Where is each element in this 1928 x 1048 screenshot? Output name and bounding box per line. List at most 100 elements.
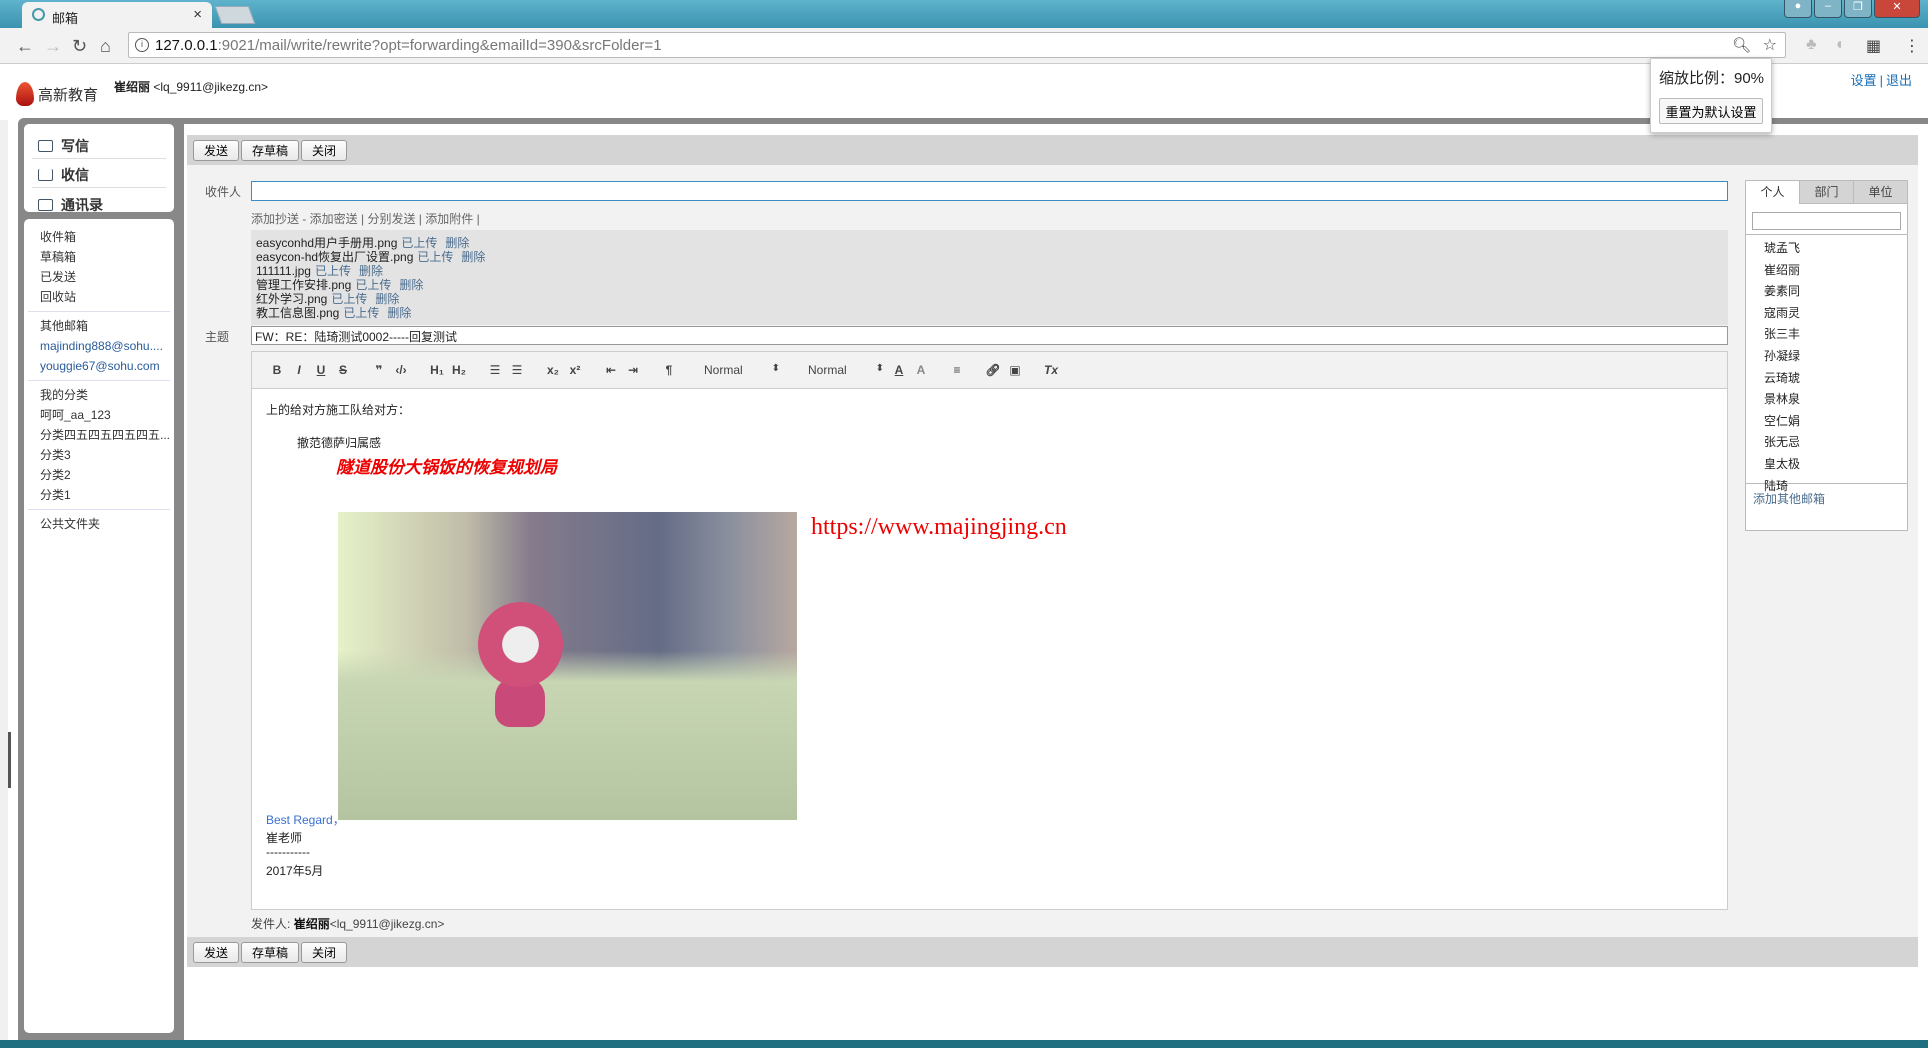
- menu-icon[interactable]: ⋮: [1904, 36, 1920, 56]
- folder-inbox[interactable]: 收件箱: [28, 227, 170, 247]
- address-path: :9021/mail/write/rewrite?opt=forwarding&…: [217, 37, 662, 54]
- user-icon[interactable]: ●: [1784, 0, 1812, 18]
- category-item[interactable]: 分类四五四五四五四五...: [28, 425, 170, 445]
- contacts-search-input[interactable]: [1752, 212, 1901, 230]
- header-select[interactable]: Normal: [694, 363, 784, 377]
- italic-icon[interactable]: I: [288, 363, 310, 377]
- signature-line: Best Regard，: [266, 813, 345, 827]
- background-color-icon[interactable]: A: [910, 363, 932, 377]
- to-label: 收件人: [205, 185, 242, 199]
- close-button[interactable]: 关闭: [301, 942, 348, 963]
- delete-attachment-link[interactable]: 删除: [445, 236, 469, 250]
- close-window-button[interactable]: ✕: [1874, 0, 1920, 18]
- delete-attachment-link[interactable]: 删除: [461, 250, 485, 264]
- back-icon[interactable]: ←: [16, 36, 34, 57]
- sidebar-item-compose[interactable]: 写信: [32, 130, 166, 159]
- extension-icon[interactable]: ♣: [1806, 36, 1817, 54]
- category-item[interactable]: 呵呵_aa_123: [28, 405, 170, 425]
- delete-attachment-link[interactable]: 删除: [375, 292, 399, 306]
- align-icon[interactable]: ≡: [946, 363, 968, 377]
- link-icon[interactable]: 🔗︎: [982, 363, 1004, 377]
- contact-item[interactable]: 云琦琥: [1746, 368, 1907, 390]
- category-item[interactable]: 分类1: [28, 485, 170, 505]
- bold-icon[interactable]: B: [266, 363, 288, 377]
- info-icon[interactable]: i: [135, 38, 149, 52]
- superscript-icon[interactable]: x²: [564, 363, 586, 377]
- rtl-icon[interactable]: ¶: [658, 363, 680, 377]
- sidebar-actions: 写信 收信 通讯录: [24, 124, 174, 213]
- contact-item[interactable]: 崔绍丽: [1746, 260, 1907, 282]
- contact-item[interactable]: 寇雨灵: [1746, 303, 1907, 325]
- compose-links[interactable]: 添加抄送 - 添加密送 | 分别发送 | 添加附件 |: [251, 210, 480, 227]
- blockquote-icon[interactable]: ❞: [368, 363, 390, 377]
- category-item[interactable]: 分类3: [28, 445, 170, 465]
- user-email: <lq_9911@jikezg.cn>: [153, 80, 269, 94]
- code-icon[interactable]: ‹/›: [390, 363, 412, 377]
- indent-icon[interactable]: ⇥: [622, 363, 644, 377]
- close-tab-icon[interactable]: ×: [193, 6, 202, 23]
- size-select[interactable]: Normal: [798, 363, 888, 377]
- save-draft-button[interactable]: 存草稿: [241, 140, 300, 161]
- qr-code-icon[interactable]: ▦: [1866, 36, 1881, 56]
- bullet-list-icon[interactable]: ☰: [506, 363, 528, 377]
- heading2-icon[interactable]: H₂: [448, 363, 470, 377]
- delete-attachment-link[interactable]: 删除: [399, 278, 423, 292]
- reset-zoom-button[interactable]: 重置为默认设置: [1659, 98, 1763, 124]
- sidebar-item-contacts[interactable]: 通讯录: [32, 188, 166, 217]
- underline-icon[interactable]: U: [310, 363, 332, 377]
- recipient-input[interactable]: [251, 181, 1728, 201]
- tab-unit[interactable]: 单位: [1853, 181, 1907, 204]
- browser-tab[interactable]: 邮箱 ×: [22, 2, 212, 28]
- contact-item[interactable]: 景林泉: [1746, 389, 1907, 411]
- folder-drafts[interactable]: 草稿箱: [28, 247, 170, 267]
- contact-item[interactable]: 空仁娟: [1746, 411, 1907, 433]
- tab-personal[interactable]: 个人: [1746, 181, 1799, 204]
- other-mailbox[interactable]: majinding888@sohu....: [28, 336, 170, 356]
- tab-department[interactable]: 部门: [1799, 181, 1853, 204]
- bookmark-star-icon[interactable]: ☆: [1763, 35, 1777, 55]
- contact-item[interactable]: 姜素同: [1746, 281, 1907, 303]
- zoom-icon[interactable]: 🔍︎: [1732, 36, 1751, 54]
- contact-item[interactable]: 孙凝绿: [1746, 346, 1907, 368]
- sidebar-item-receive[interactable]: 收信: [32, 159, 166, 188]
- browser-titlebar: [0, 0, 1928, 28]
- extension-icon[interactable]: ◐: [1836, 36, 1846, 54]
- public-folder[interactable]: 公共文件夹: [28, 514, 170, 534]
- category-item[interactable]: 分类2: [28, 465, 170, 485]
- folder-sent[interactable]: 已发送: [28, 267, 170, 287]
- new-tab-button[interactable]: [214, 6, 256, 24]
- address-bar[interactable]: i 127.0.0.1:9021/mail/write/rewrite?opt=f…: [128, 32, 1786, 58]
- image-icon[interactable]: ▣: [1004, 363, 1026, 377]
- forward-icon[interactable]: →: [44, 36, 62, 57]
- folder-trash[interactable]: 回收站: [28, 287, 170, 307]
- text-color-icon[interactable]: A: [888, 363, 910, 377]
- editor-content[interactable]: 上的给对方施工队给对方： 撤范德萨归属感 隧道股份大锅饭的恢复规划局 https…: [252, 389, 1727, 909]
- subject-input[interactable]: FW：RE：陆琦测试0002-----回复测试: [251, 326, 1728, 345]
- close-button[interactable]: 关闭: [301, 140, 348, 161]
- ordered-list-icon[interactable]: ☰: [484, 363, 506, 377]
- embedded-photo[interactable]: [338, 512, 797, 820]
- contact-item[interactable]: 皇太极: [1746, 454, 1907, 476]
- clear-format-icon[interactable]: Tx: [1040, 363, 1062, 377]
- contact-item[interactable]: 琥孟飞: [1746, 238, 1907, 260]
- contact-item[interactable]: 张三丰: [1746, 324, 1907, 346]
- settings-link[interactable]: 设置: [1851, 73, 1877, 88]
- strikethrough-icon[interactable]: S: [332, 363, 354, 377]
- delete-attachment-link[interactable]: 删除: [359, 264, 383, 278]
- maximize-button[interactable]: ❐: [1844, 0, 1872, 18]
- logout-link[interactable]: 退出: [1886, 73, 1912, 88]
- other-mailbox[interactable]: youggie67@sohu.com: [28, 356, 170, 376]
- address-host: 127.0.0.1: [155, 37, 218, 54]
- subscript-icon[interactable]: x₂: [542, 363, 564, 377]
- send-button[interactable]: 发送: [193, 140, 240, 161]
- home-icon[interactable]: ⌂: [100, 36, 111, 57]
- scroll-handle[interactable]: [8, 732, 11, 788]
- save-draft-button[interactable]: 存草稿: [241, 942, 300, 963]
- minimize-button[interactable]: –: [1814, 0, 1842, 18]
- send-button[interactable]: 发送: [193, 942, 240, 963]
- heading1-icon[interactable]: H₁: [426, 363, 448, 377]
- reload-icon[interactable]: ↻: [72, 36, 87, 57]
- outdent-icon[interactable]: ⇤: [600, 363, 622, 377]
- delete-attachment-link[interactable]: 删除: [387, 306, 411, 320]
- contact-item[interactable]: 张无忌: [1746, 432, 1907, 454]
